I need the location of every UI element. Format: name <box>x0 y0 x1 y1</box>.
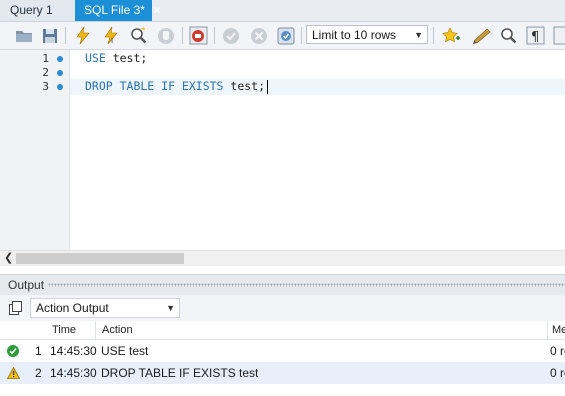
sql-editor-toolbar: I Limit to 10 rows ▼ ¶ <box>0 22 565 50</box>
toolbar-separator <box>214 27 215 44</box>
output-panel-header: Output <box>0 274 565 295</box>
statement-marker <box>57 70 63 76</box>
open-folder-icon[interactable] <box>14 26 34 45</box>
panel-resize-grip[interactable] <box>48 283 565 287</box>
row-time: 14:45:30 <box>50 366 97 380</box>
row-action: USE test <box>101 344 149 358</box>
tab-label: Query 1 <box>10 3 53 17</box>
limit-rows-value: Limit to 10 rows <box>312 28 397 42</box>
sql-editor[interactable]: 1 2 3 USE test; DROP TABLE IF EXISTS tes… <box>0 50 565 250</box>
sql-text: test; <box>223 79 266 93</box>
line-number: 1 <box>42 52 49 65</box>
stop-icon[interactable] <box>156 26 176 45</box>
find-icon[interactable] <box>499 26 519 45</box>
close-tab-icon[interactable]: × <box>150 0 164 21</box>
row-index: 2 <box>35 366 42 380</box>
bookmark-star-icon[interactable] <box>441 26 461 45</box>
column-header-time[interactable]: Time <box>46 321 96 339</box>
code-line-3[interactable]: DROP TABLE IF EXISTS test; <box>85 79 265 93</box>
row-time: 14:45:30 <box>50 344 97 358</box>
svg-text:I: I <box>111 37 113 45</box>
warning-icon <box>6 366 21 382</box>
execute-current-icon[interactable]: I <box>101 26 121 45</box>
scrollbar-thumb[interactable] <box>16 253 184 264</box>
chevron-down-icon: ▼ <box>166 303 175 313</box>
tab-label: SQL File 3* <box>84 3 145 17</box>
column-header-index[interactable] <box>26 321 47 339</box>
row-message: 0 ro <box>550 344 565 358</box>
line-number: 3 <box>42 80 49 93</box>
column-header-status[interactable] <box>0 321 27 339</box>
code-line-1[interactable]: USE test; <box>85 51 147 65</box>
row-action: DROP TABLE IF EXISTS test <box>101 366 259 380</box>
editor-tab-bar: Query 1 SQL File 3* × <box>0 0 565 22</box>
success-check-icon <box>7 345 19 360</box>
row-index: 1 <box>35 344 42 358</box>
column-header-message[interactable]: Me <box>548 321 565 339</box>
output-type-select[interactable]: Action Output ▼ <box>30 298 180 318</box>
commit-icon[interactable] <box>221 26 241 45</box>
rollback-icon[interactable] <box>249 26 269 45</box>
svg-text:¶: ¶ <box>531 30 539 45</box>
statement-marker <box>57 84 63 90</box>
text-caret <box>267 80 268 94</box>
invisibles-icon[interactable]: ¶ <box>526 26 546 45</box>
action-output-grid: Time Action Me 1 14:45:30 USE test 0 ro … <box>0 321 565 396</box>
beautify-icon[interactable] <box>472 26 492 45</box>
toolbar-separator <box>433 27 434 44</box>
table-row[interactable]: 1 14:45:30 USE test 0 ro <box>0 340 565 362</box>
copy-icon[interactable] <box>9 301 23 318</box>
sql-keyword: DROP TABLE IF EXISTS <box>85 79 224 93</box>
execute-icon[interactable] <box>73 26 93 45</box>
chevron-down-icon: ▼ <box>414 30 423 40</box>
output-type-value: Action Output <box>36 301 109 315</box>
tab-query-1[interactable]: Query 1 <box>0 0 78 21</box>
scroll-left-icon[interactable]: ❮ <box>4 251 13 266</box>
wrap-text-icon[interactable] <box>553 26 565 45</box>
toggle-error-stop-icon[interactable] <box>189 26 209 45</box>
toolbar-separator <box>301 27 302 44</box>
toolbar-separator <box>65 27 66 44</box>
sql-keyword: USE <box>85 51 106 65</box>
save-icon[interactable] <box>40 26 60 45</box>
row-message: 0 ro <box>550 366 565 380</box>
sql-text: test; <box>105 51 148 65</box>
column-header-action[interactable]: Action <box>96 321 548 339</box>
tab-sql-file-3[interactable]: SQL File 3* × <box>75 0 161 21</box>
line-number: 2 <box>42 66 49 79</box>
limit-rows-select[interactable]: Limit to 10 rows ▼ <box>306 25 428 44</box>
editor-horizontal-scrollbar[interactable]: ❮ <box>0 250 565 266</box>
output-title: Output <box>8 278 45 292</box>
output-toolbar: Action Output ▼ <box>0 295 565 321</box>
line-number-gutter: 1 2 3 <box>0 50 70 250</box>
autocommit-icon[interactable] <box>276 26 296 45</box>
toolbar-separator <box>182 27 183 44</box>
statement-marker <box>57 56 63 62</box>
explain-icon[interactable] <box>129 26 149 45</box>
table-row[interactable]: 2 14:45:30 DROP TABLE IF EXISTS test 0 r… <box>0 362 565 384</box>
